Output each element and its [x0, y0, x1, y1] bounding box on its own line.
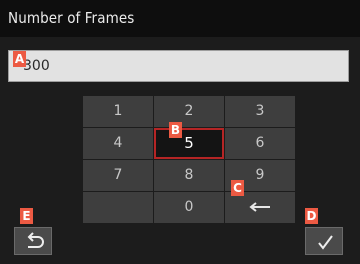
- screen-title: Number of Frames: [8, 9, 135, 27]
- key-blank: [83, 192, 153, 223]
- key-4[interactable]: 4: [83, 128, 153, 159]
- backspace-key[interactable]: [225, 192, 295, 223]
- title-bar: Number of Frames: [0, 0, 360, 37]
- frame-count-screen: Number of Frames 300 A 1 2 3 4 5 6 7 8 9…: [0, 0, 360, 264]
- numeric-keypad: 1 2 3 4 5 6 7 8 9 0: [83, 96, 295, 224]
- checkmark-icon: [318, 235, 333, 250]
- key-2[interactable]: 2: [154, 96, 224, 127]
- key-7[interactable]: 7: [83, 160, 153, 191]
- key-1[interactable]: 1: [83, 96, 153, 127]
- key-3[interactable]: 3: [225, 96, 295, 127]
- marker-b: B: [169, 122, 182, 138]
- marker-c: C: [231, 180, 244, 196]
- undo-arrow-icon: [27, 232, 44, 248]
- frame-count-value: 300: [23, 58, 50, 74]
- marker-e: E: [20, 208, 33, 224]
- marker-d: D: [305, 208, 318, 224]
- left-arrow-icon: [249, 202, 270, 212]
- key-6[interactable]: 6: [225, 128, 295, 159]
- confirm-button[interactable]: [305, 227, 343, 255]
- frame-count-input[interactable]: 300: [8, 50, 349, 82]
- key-5[interactable]: 5: [154, 128, 224, 159]
- key-8[interactable]: 8: [154, 160, 224, 191]
- back-button[interactable]: [14, 227, 52, 255]
- key-0[interactable]: 0: [154, 192, 224, 223]
- marker-a: A: [13, 51, 26, 67]
